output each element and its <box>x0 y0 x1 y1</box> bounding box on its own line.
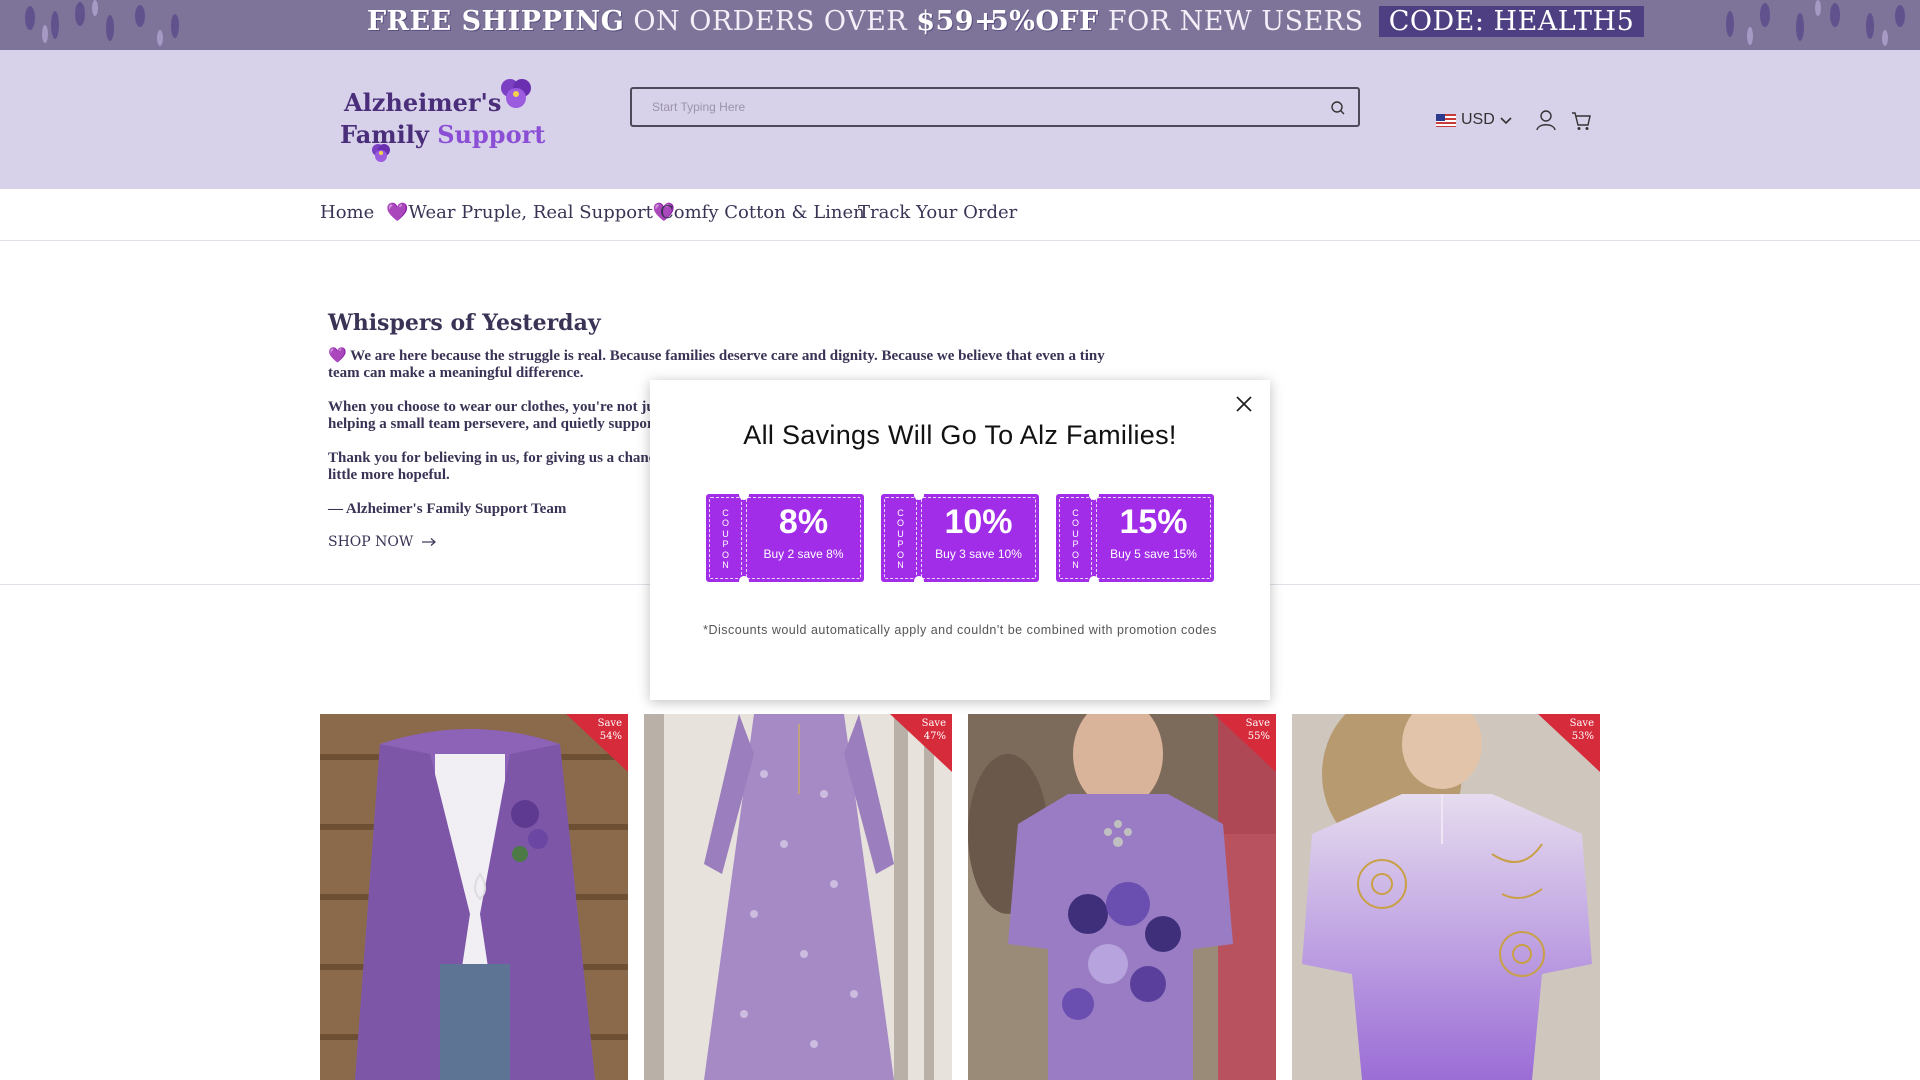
coupon-list: COUPON 8% Buy 2 save 8% COUPON 10% Buy 3… <box>706 494 1216 582</box>
close-icon[interactable] <box>1232 392 1256 416</box>
coupon-8-percent[interactable]: COUPON 8% Buy 2 save 8% <box>706 494 864 582</box>
popup-title: All Savings Will Go To Alz Families! <box>743 420 1177 450</box>
modal-overlay: All Savings Will Go To Alz Families! COU… <box>0 0 1920 1080</box>
savings-popup: All Savings Will Go To Alz Families! COU… <box>650 380 1270 700</box>
coupon-stub-text: COUPON <box>1071 507 1079 571</box>
coupon-description: Buy 5 save 15% <box>1110 547 1197 561</box>
coupon-15-percent[interactable]: COUPON 15% Buy 5 save 15% <box>1056 494 1214 582</box>
coupon-percent: 8% <box>778 503 829 541</box>
coupon-percent: 10% <box>944 503 1013 541</box>
coupon-description: Buy 2 save 8% <box>763 547 844 561</box>
coupon-description: Buy 3 save 10% <box>935 547 1022 561</box>
coupon-percent: 15% <box>1119 503 1188 541</box>
discount-note: *Discounts would automatically apply and… <box>703 623 1217 637</box>
coupon-stub-text: COUPON <box>896 507 904 571</box>
coupon-stub-text: COUPON <box>721 507 729 571</box>
coupon-10-percent[interactable]: COUPON 10% Buy 3 save 10% <box>881 494 1039 582</box>
